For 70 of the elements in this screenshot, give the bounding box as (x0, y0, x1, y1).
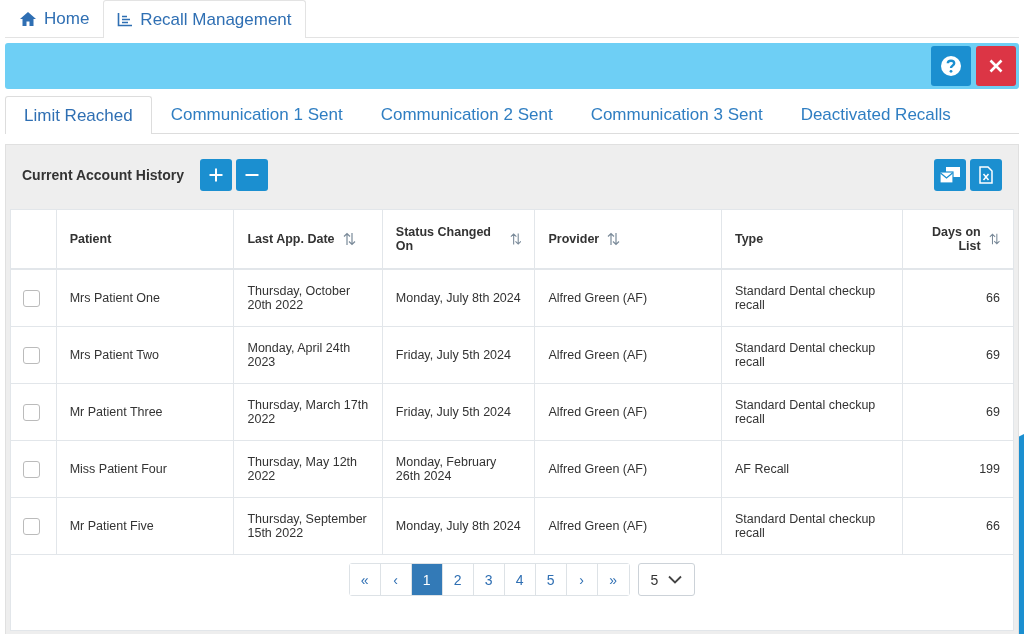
table-cell: Monday, April 24th 2023 (247, 341, 351, 369)
sub-tab[interactable]: Communication 3 Sent (571, 96, 782, 133)
table-cell: Thursday, March 17th 2022 (247, 398, 369, 426)
sub-tab[interactable]: Communication 1 Sent (151, 96, 362, 133)
table-cell: Mrs Patient Two (69, 348, 160, 362)
table-cell: Alfred Green (AF) (548, 348, 648, 362)
table-cell: Alfred Green (AF) (548, 405, 648, 419)
table-cell: 69 (986, 348, 1000, 362)
table-cell: Alfred Green (AF) (548, 462, 648, 476)
help-button[interactable] (931, 46, 971, 86)
top-tab[interactable]: Recall Management (103, 0, 306, 38)
chart-icon (117, 12, 134, 27)
row-checkbox[interactable] (23, 403, 40, 421)
sub-tab[interactable]: Deactivated Recalls (781, 96, 970, 133)
table-cell: Alfred Green (AF) (548, 291, 648, 305)
table-cell: 66 (986, 291, 1000, 305)
excel-export-button[interactable] (970, 159, 1002, 191)
top-tab[interactable]: Home (5, 0, 104, 37)
column-header[interactable]: Days on List (902, 210, 1013, 269)
table-cell: Standard Dental checkup recall (734, 284, 876, 312)
table-cell: Monday, July 8th 2024 (395, 519, 521, 533)
sub-tab[interactable]: Communication 2 Sent (361, 96, 572, 133)
table-cell: Miss Patient Four (69, 462, 167, 476)
collapse-button[interactable] (236, 159, 269, 191)
table-cell: Mrs Patient One (69, 291, 160, 305)
table-cell: Mr Patient Five (69, 519, 154, 533)
row-checkbox[interactable] (23, 517, 40, 535)
row-checkbox[interactable] (23, 289, 40, 307)
row-checkbox[interactable] (23, 460, 40, 478)
plus-icon (209, 168, 224, 182)
table-cell: 199 (979, 462, 1000, 476)
table-cell: Alfred Green (AF) (548, 519, 648, 533)
table-cell: 69 (986, 405, 1000, 419)
column-header[interactable]: Type (721, 210, 903, 269)
table-cell: Standard Dental checkup recall (734, 341, 876, 369)
table-cell: Thursday, September 15th 2022 (247, 512, 367, 540)
sort-icon (342, 232, 356, 246)
table-cell: Mr Patient Three (69, 405, 163, 419)
column-header[interactable]: Patient (56, 210, 234, 269)
row-checkbox[interactable] (23, 346, 40, 364)
table-cell: Monday, February 26th 2024 (395, 455, 497, 483)
chevron-down-icon (668, 575, 683, 584)
home-icon (19, 11, 37, 27)
excel-file-icon (979, 166, 993, 184)
table-cell: Standard Dental checkup recall (734, 512, 876, 540)
sub-tab[interactable]: Limit Reached (5, 96, 152, 134)
sort-icon (988, 232, 1000, 246)
close-icon (989, 59, 1003, 73)
column-header[interactable]: Last App. Date (234, 210, 383, 269)
envelopes-icon (939, 166, 961, 184)
expand-button[interactable] (200, 159, 233, 191)
page-size-dropdown[interactable]: 5 (637, 563, 696, 596)
table-cell: Thursday, May 12th 2022 (247, 455, 358, 483)
first-page-button[interactable]: « (349, 564, 381, 595)
sort-icon (509, 232, 522, 246)
table-cell: Monday, July 8th 2024 (395, 291, 521, 305)
sort-icon (607, 232, 621, 246)
column-header[interactable]: Status Changed On (382, 210, 535, 269)
close-button[interactable] (976, 46, 1016, 86)
column-header[interactable]: Provider (535, 210, 722, 269)
email-button[interactable] (934, 159, 966, 191)
table-cell: Standard Dental checkup recall (734, 398, 876, 426)
table-cell: Thursday, October 20th 2022 (247, 284, 351, 312)
table-cell: Friday, July 5th 2024 (395, 348, 511, 362)
help-icon (940, 55, 962, 77)
panel-title: Current Account History (22, 167, 185, 183)
table-cell: Friday, July 5th 2024 (395, 405, 511, 419)
table-cell: AF Recall (734, 462, 790, 476)
page-button[interactable]: 1 (411, 564, 443, 595)
table-cell: 66 (986, 519, 1000, 533)
